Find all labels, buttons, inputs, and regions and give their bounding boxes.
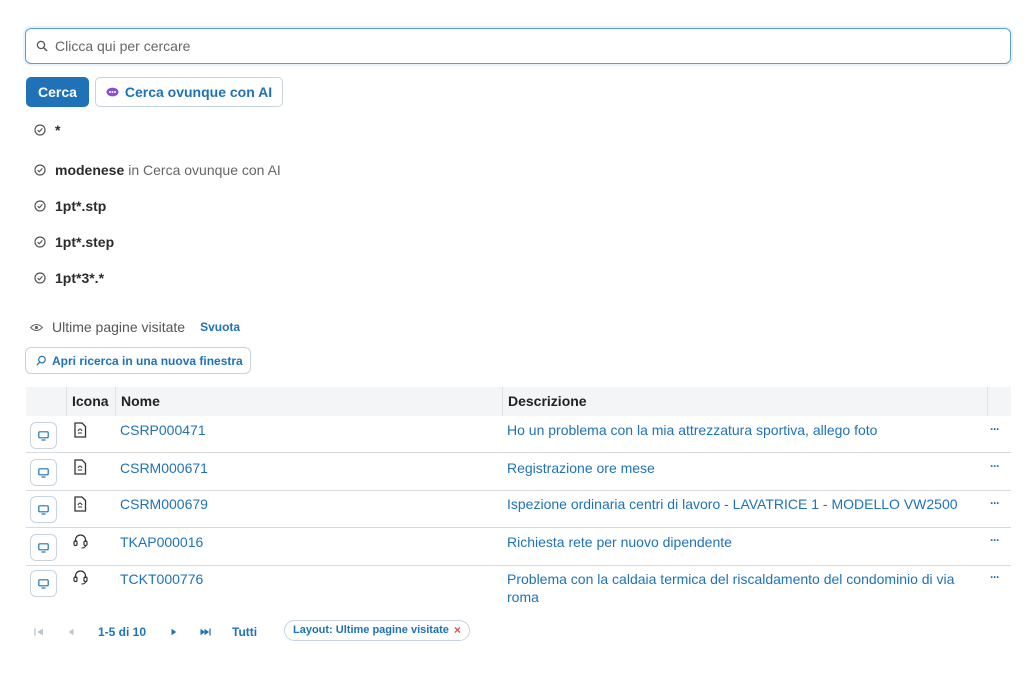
monitor-icon [38,430,49,441]
row-description-link[interactable]: Registrazione ore mese [507,459,983,477]
eye-icon [30,323,43,331]
pagination: 1-5 di 10 Tutti Layout: Ultime pagine vi… [34,620,470,642]
preview-button[interactable] [30,459,57,486]
row-description-link[interactable]: Ispezione ordinaria centri di lavoro - L… [507,495,983,513]
column-header-description[interactable]: Descrizione [508,387,587,416]
row-more-button[interactable]: ··· [990,496,1000,510]
row-name-link[interactable]: CSRM000679 [120,496,208,512]
history-term: 1pt*.step [55,234,115,250]
preview-button[interactable] [30,570,57,597]
row-more-button[interactable]: ··· [990,533,1000,547]
history-check-icon [34,236,46,248]
table-header: Icona Nome Descrizione [26,387,1011,416]
layout-chip[interactable]: Layout: Ultime pagine visitate × [284,620,470,641]
search-icon [36,355,46,366]
ai-search-label: Cerca ovunque con AI [124,84,273,100]
table-row[interactable]: CSRM000671 Registrazione ore mese ··· [26,453,1011,491]
monitor-icon [38,467,49,478]
history-check-icon [34,164,46,176]
history-check-icon [34,124,46,136]
monitor-icon [38,578,49,589]
next-page-icon[interactable] [171,628,177,636]
history-scope: in Cerca ovunque con AI [128,162,281,178]
history-item[interactable]: * [34,122,60,138]
recent-pages-header: Ultime pagine visitate Svuota [30,319,240,335]
document-icon [74,459,87,475]
last-page-icon[interactable] [200,628,211,636]
history-term: * [55,122,61,138]
history-check-icon [34,200,46,212]
history-check-icon [34,272,46,284]
column-header-name[interactable]: Nome [121,387,160,416]
history-item[interactable]: modenese in Cerca ovunque con AI [34,162,281,178]
preview-button[interactable] [30,496,57,523]
history-term: 1pt*.stp [55,198,107,214]
ai-search-button[interactable]: Cerca ovunque con AI [95,77,283,107]
headset-icon [73,534,88,549]
clear-recent-link[interactable]: Svuota [200,320,240,334]
history-item[interactable]: 1pt*.stp [34,198,106,214]
column-header-icon[interactable]: Icona [72,387,109,416]
table-row[interactable]: CSRP000471 Ho un problema con la mia att… [26,416,1011,453]
search-button[interactable]: Cerca [26,77,89,107]
monitor-icon [38,504,49,515]
row-description-link[interactable]: Richiesta rete per nuovo dipendente [507,533,983,551]
row-more-button[interactable]: ··· [990,422,1000,436]
document-icon [74,496,87,512]
monitor-icon [38,542,49,553]
open-new-window-label: Apri ricerca in una nuova finestra [52,353,243,368]
row-name-link[interactable]: TCKT000776 [120,571,203,587]
search-icon [36,40,48,52]
row-name-link[interactable]: TKAP000016 [120,534,203,550]
history-term: 1pt*3*.* [55,270,105,286]
document-icon [74,422,87,438]
show-all-link[interactable]: Tutti [232,622,257,642]
layout-chip-label: Layout: Ultime pagine visitate [293,624,449,636]
search-input[interactable] [55,38,955,54]
row-name-link[interactable]: CSRP000471 [120,422,206,438]
first-page-icon[interactable] [34,628,44,636]
recent-pages-table: Icona Nome Descrizione CSRP000471 Ho un … [26,387,1011,611]
row-more-button[interactable]: ··· [990,570,1000,584]
open-new-window-button[interactable]: Apri ricerca in una nuova finestra [25,347,251,374]
ai-chat-icon [106,87,119,96]
history-term: modenese [55,162,125,178]
table-row[interactable]: TKAP000016 Richiesta rete per nuovo dipe… [26,528,1011,566]
headset-icon [73,570,88,585]
search-box[interactable] [25,28,1011,64]
row-description-link[interactable]: Problema con la caldaia termica del risc… [507,570,983,606]
row-more-button[interactable]: ··· [990,459,1000,473]
preview-button[interactable] [30,534,57,561]
history-item[interactable]: 1pt*3*.* [34,270,104,286]
row-name-link[interactable]: CSRM000671 [120,460,208,476]
row-description-link[interactable]: Ho un problema con la mia attrezzatura s… [507,421,983,439]
table-row[interactable]: CSRM000679 Ispezione ordinaria centri di… [26,491,1011,528]
page-range: 1-5 di 10 [98,625,147,639]
preview-button[interactable] [30,422,57,449]
recent-pages-label: Ultime pagine visitate [52,319,186,335]
prev-page-icon[interactable] [68,628,74,636]
table-row[interactable]: TCKT000776 Problema con la caldaia termi… [26,566,1011,611]
history-item[interactable]: 1pt*.step [34,234,114,250]
close-icon[interactable]: × [454,621,461,640]
